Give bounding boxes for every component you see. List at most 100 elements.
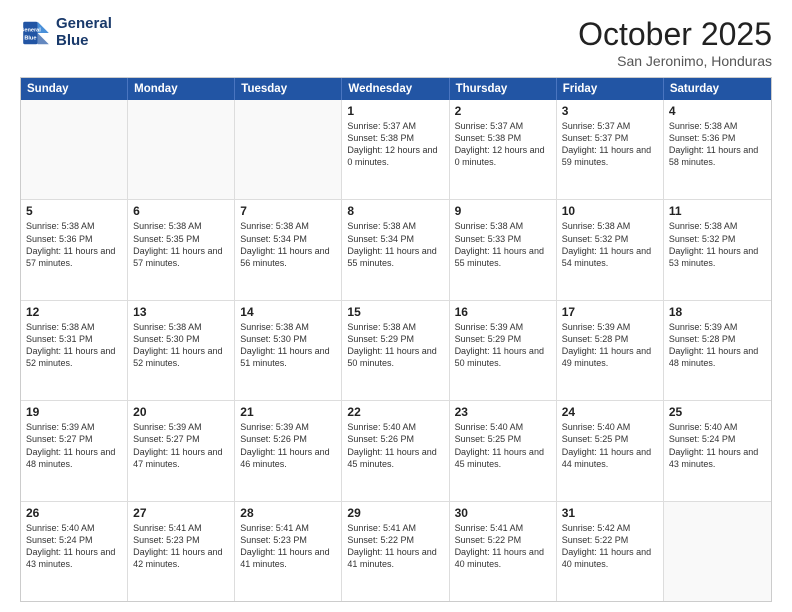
day-cell-22: 22 Sunrise: 5:40 AM Sunset: 5:26 PM Dayli… (342, 401, 449, 500)
empty-cell-0-1 (128, 100, 235, 199)
day-cell-20: 20 Sunrise: 5:39 AM Sunset: 5:27 PM Dayli… (128, 401, 235, 500)
day-cell-8: 8 Sunrise: 5:38 AM Sunset: 5:34 PM Daylig… (342, 200, 449, 299)
day-number: 23 (455, 405, 551, 419)
day-cell-28: 28 Sunrise: 5:41 AM Sunset: 5:23 PM Dayli… (235, 502, 342, 601)
day-number: 16 (455, 305, 551, 319)
cell-content: Sunrise: 5:39 AM Sunset: 5:28 PM Dayligh… (669, 321, 766, 370)
header-day-saturday: Saturday (664, 78, 771, 100)
day-number: 13 (133, 305, 229, 319)
cell-content: Sunrise: 5:38 AM Sunset: 5:34 PM Dayligh… (347, 220, 443, 269)
day-cell-15: 15 Sunrise: 5:38 AM Sunset: 5:29 PM Dayli… (342, 301, 449, 400)
day-cell-7: 7 Sunrise: 5:38 AM Sunset: 5:34 PM Daylig… (235, 200, 342, 299)
day-number: 12 (26, 305, 122, 319)
day-number: 30 (455, 506, 551, 520)
day-number: 31 (562, 506, 658, 520)
calendar-row-2: 12 Sunrise: 5:38 AM Sunset: 5:31 PM Dayli… (21, 300, 771, 400)
cell-content: Sunrise: 5:40 AM Sunset: 5:25 PM Dayligh… (455, 421, 551, 470)
day-number: 27 (133, 506, 229, 520)
header-day-wednesday: Wednesday (342, 78, 449, 100)
day-cell-25: 25 Sunrise: 5:40 AM Sunset: 5:24 PM Dayli… (664, 401, 771, 500)
day-number: 19 (26, 405, 122, 419)
cell-content: Sunrise: 5:38 AM Sunset: 5:29 PM Dayligh… (347, 321, 443, 370)
cell-content: Sunrise: 5:39 AM Sunset: 5:26 PM Dayligh… (240, 421, 336, 470)
day-number: 2 (455, 104, 551, 118)
day-number: 25 (669, 405, 766, 419)
day-cell-27: 27 Sunrise: 5:41 AM Sunset: 5:23 PM Dayli… (128, 502, 235, 601)
logo: General Blue General Blue (20, 16, 112, 49)
day-cell-11: 11 Sunrise: 5:38 AM Sunset: 5:32 PM Dayli… (664, 200, 771, 299)
logo-icon: General Blue (20, 17, 52, 49)
cell-content: Sunrise: 5:40 AM Sunset: 5:24 PM Dayligh… (26, 522, 122, 571)
cell-content: Sunrise: 5:38 AM Sunset: 5:36 PM Dayligh… (26, 220, 122, 269)
calendar-row-0: 1 Sunrise: 5:37 AM Sunset: 5:38 PM Daylig… (21, 100, 771, 199)
header-day-thursday: Thursday (450, 78, 557, 100)
calendar-row-4: 26Sunrise: 5:40 AM Sunset: 5:24 PM Dayli… (21, 501, 771, 601)
day-number: 15 (347, 305, 443, 319)
day-cell-19: 19 Sunrise: 5:39 AM Sunset: 5:27 PM Dayli… (21, 401, 128, 500)
cell-content: Sunrise: 5:38 AM Sunset: 5:32 PM Dayligh… (669, 220, 766, 269)
cell-content: Sunrise: 5:42 AM Sunset: 5:22 PM Dayligh… (562, 522, 658, 571)
day-number: 8 (347, 204, 443, 218)
svg-text:General: General (20, 27, 41, 33)
day-number: 14 (240, 305, 336, 319)
cell-content: Sunrise: 5:38 AM Sunset: 5:30 PM Dayligh… (133, 321, 229, 370)
cell-content: Sunrise: 5:37 AM Sunset: 5:38 PM Dayligh… (455, 120, 551, 169)
day-cell-4: 4Sunrise: 5:38 AM Sunset: 5:36 PM Daylig… (664, 100, 771, 199)
cell-content: Sunrise: 5:38 AM Sunset: 5:33 PM Dayligh… (455, 220, 551, 269)
day-number: 10 (562, 204, 658, 218)
day-cell-17: 17 Sunrise: 5:39 AM Sunset: 5:28 PM Dayli… (557, 301, 664, 400)
calendar-row-1: 5 Sunrise: 5:38 AM Sunset: 5:36 PM Daylig… (21, 199, 771, 299)
day-cell-3: 3Sunrise: 5:37 AM Sunset: 5:37 PM Daylig… (557, 100, 664, 199)
cell-content: Sunrise: 5:39 AM Sunset: 5:28 PM Dayligh… (562, 321, 658, 370)
day-cell-6: 6Sunrise: 5:38 AM Sunset: 5:35 PM Daylig… (128, 200, 235, 299)
day-number: 9 (455, 204, 551, 218)
cell-content: Sunrise: 5:38 AM Sunset: 5:36 PM Dayligh… (669, 120, 766, 169)
day-cell-10: 10 Sunrise: 5:38 AM Sunset: 5:32 PM Dayli… (557, 200, 664, 299)
cell-content: Sunrise: 5:38 AM Sunset: 5:32 PM Dayligh… (562, 220, 658, 269)
header-day-friday: Friday (557, 78, 664, 100)
month-title: October 2025 (578, 16, 772, 53)
cell-content: Sunrise: 5:39 AM Sunset: 5:27 PM Dayligh… (133, 421, 229, 470)
day-cell-16: 16Sunrise: 5:39 AM Sunset: 5:29 PM Dayli… (450, 301, 557, 400)
day-number: 18 (669, 305, 766, 319)
cell-content: Sunrise: 5:38 AM Sunset: 5:34 PM Dayligh… (240, 220, 336, 269)
cell-content: Sunrise: 5:38 AM Sunset: 5:31 PM Dayligh… (26, 321, 122, 370)
day-cell-18: 18 Sunrise: 5:39 AM Sunset: 5:28 PM Dayli… (664, 301, 771, 400)
header: General Blue General Blue October 2025 S… (20, 16, 772, 69)
day-number: 7 (240, 204, 336, 218)
header-day-sunday: Sunday (21, 78, 128, 100)
day-cell-26: 26Sunrise: 5:40 AM Sunset: 5:24 PM Dayli… (21, 502, 128, 601)
day-number: 29 (347, 506, 443, 520)
day-number: 6 (133, 204, 229, 218)
header-day-monday: Monday (128, 78, 235, 100)
cell-content: Sunrise: 5:37 AM Sunset: 5:37 PM Dayligh… (562, 120, 658, 169)
day-cell-31: 31 Sunrise: 5:42 AM Sunset: 5:22 PM Dayli… (557, 502, 664, 601)
cell-content: Sunrise: 5:41 AM Sunset: 5:22 PM Dayligh… (455, 522, 551, 571)
day-number: 28 (240, 506, 336, 520)
cell-content: Sunrise: 5:37 AM Sunset: 5:38 PM Dayligh… (347, 120, 443, 169)
day-number: 11 (669, 204, 766, 218)
day-cell-1: 1 Sunrise: 5:37 AM Sunset: 5:38 PM Daylig… (342, 100, 449, 199)
day-cell-13: 13 Sunrise: 5:38 AM Sunset: 5:30 PM Dayli… (128, 301, 235, 400)
day-number: 21 (240, 405, 336, 419)
header-day-tuesday: Tuesday (235, 78, 342, 100)
day-number: 1 (347, 104, 443, 118)
empty-cell-0-0 (21, 100, 128, 199)
day-number: 17 (562, 305, 658, 319)
day-number: 20 (133, 405, 229, 419)
day-cell-23: 23 Sunrise: 5:40 AM Sunset: 5:25 PM Dayli… (450, 401, 557, 500)
logo-text: General Blue (56, 16, 112, 49)
day-number: 22 (347, 405, 443, 419)
empty-cell-0-2 (235, 100, 342, 199)
cell-content: Sunrise: 5:39 AM Sunset: 5:27 PM Dayligh… (26, 421, 122, 470)
page: General Blue General Blue October 2025 S… (0, 0, 792, 612)
calendar-header: SundayMondayTuesdayWednesdayThursdayFrid… (21, 78, 771, 100)
cell-content: Sunrise: 5:41 AM Sunset: 5:23 PM Dayligh… (133, 522, 229, 571)
cell-content: Sunrise: 5:41 AM Sunset: 5:23 PM Dayligh… (240, 522, 336, 571)
cell-content: Sunrise: 5:40 AM Sunset: 5:24 PM Dayligh… (669, 421, 766, 470)
cell-content: Sunrise: 5:40 AM Sunset: 5:26 PM Dayligh… (347, 421, 443, 470)
calendar-row-3: 19 Sunrise: 5:39 AM Sunset: 5:27 PM Dayli… (21, 400, 771, 500)
day-cell-14: 14Sunrise: 5:38 AM Sunset: 5:30 PM Dayli… (235, 301, 342, 400)
day-number: 5 (26, 204, 122, 218)
calendar-body: 1 Sunrise: 5:37 AM Sunset: 5:38 PM Daylig… (21, 100, 771, 601)
